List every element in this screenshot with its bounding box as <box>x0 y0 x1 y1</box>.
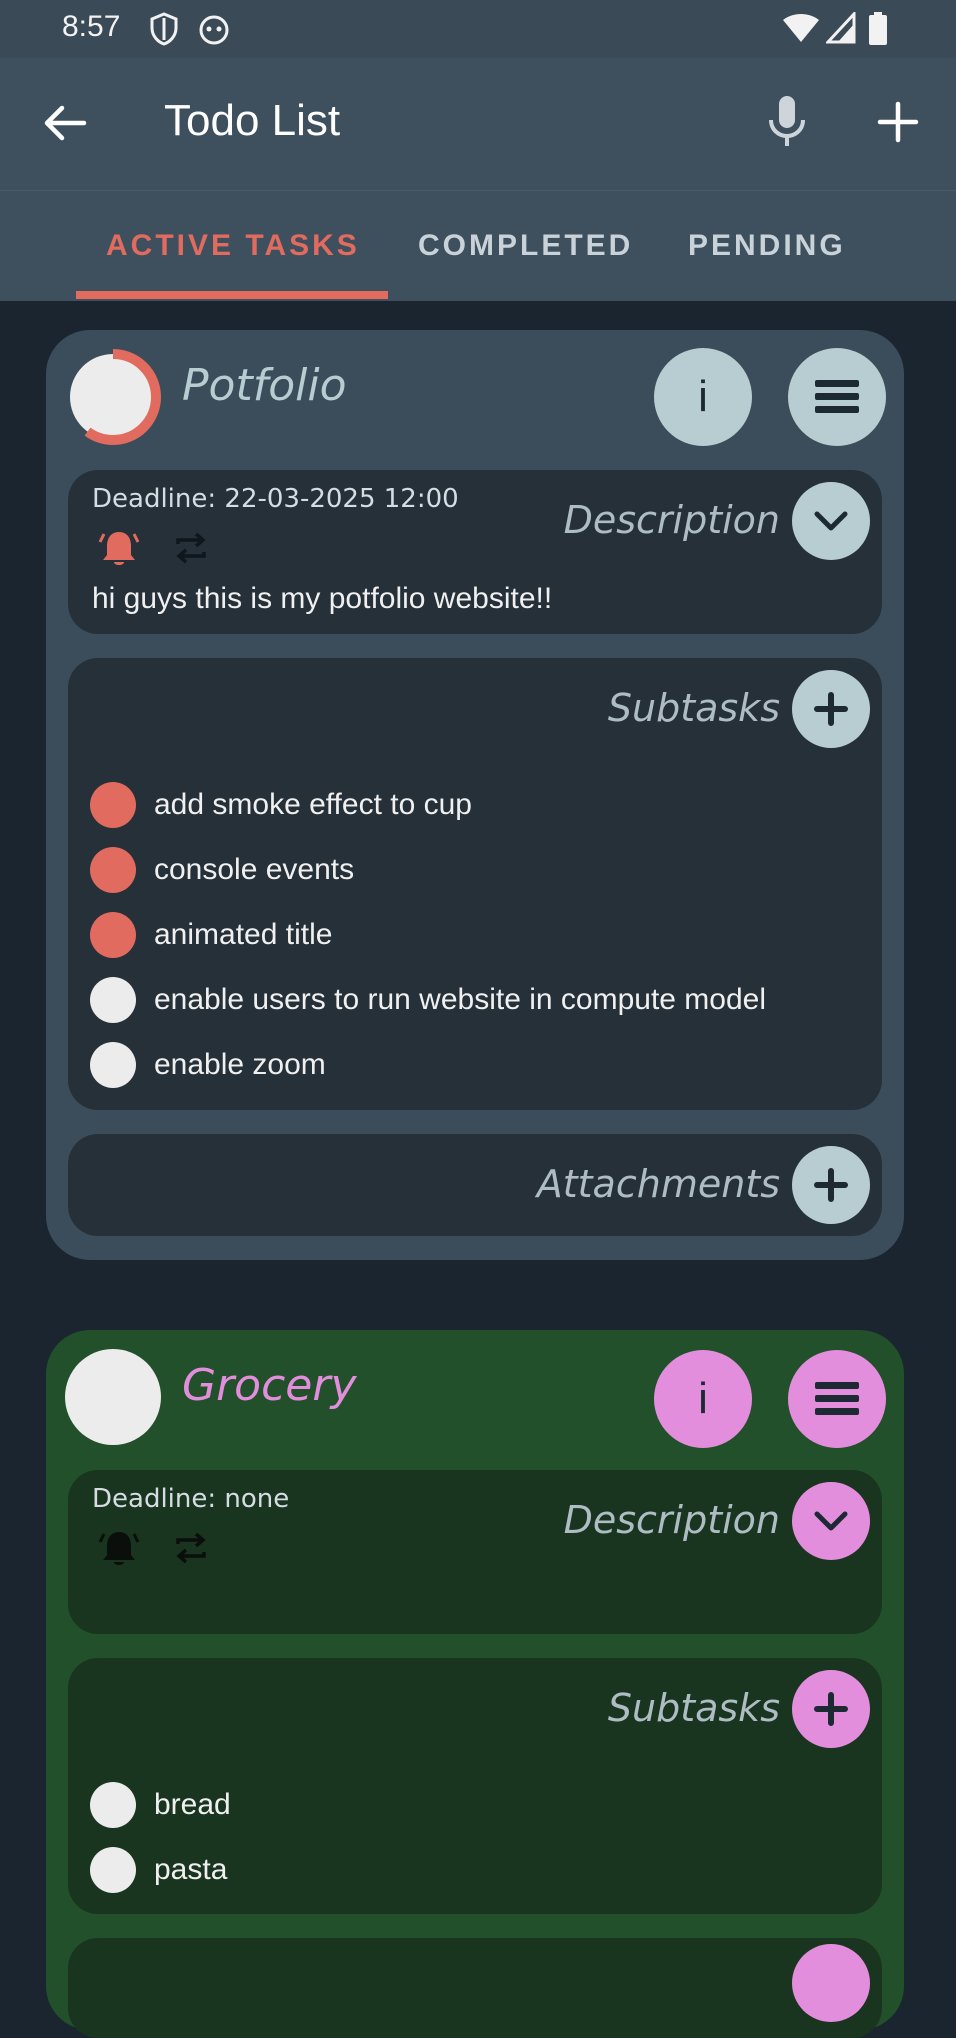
expand-description-button[interactable] <box>792 1482 870 1560</box>
subtask-checkbox[interactable] <box>90 1782 136 1828</box>
description-panel: Deadline: none Description <box>68 1470 882 1634</box>
task-title: Grocery <box>182 1360 357 1411</box>
task-info-button[interactable]: i <box>654 348 752 446</box>
subtask-label: bread <box>154 1788 231 1821</box>
task-title: Potfolio <box>182 360 347 411</box>
subtask-label: console events <box>154 853 355 886</box>
add-subtask-button[interactable] <box>792 670 870 748</box>
tab-bar: ACTIVE TASKS COMPLETED PENDING <box>0 190 956 301</box>
app-bar: Todo List <box>0 58 956 190</box>
subtask-label: pasta <box>154 1853 228 1886</box>
alarm-bell-icon[interactable] <box>98 528 140 568</box>
subtasks-label: Subtasks <box>607 1686 780 1730</box>
subtask-label: enable users to run website in compute m… <box>154 983 767 1016</box>
subtask-item[interactable]: bread <box>90 1782 231 1828</box>
subtasks-panel: Subtasks add smoke effect to cup console… <box>68 658 882 1110</box>
subtask-label: animated title <box>154 918 333 951</box>
expand-description-button[interactable] <box>792 482 870 560</box>
alarm-bell-icon[interactable] <box>98 1528 140 1568</box>
info-icon: i <box>698 372 708 421</box>
repeat-icon[interactable] <box>170 528 212 568</box>
info-icon: i <box>698 1374 708 1423</box>
status-bar: 8:57 <box>0 0 956 58</box>
task-card-grocery: Grocery i Deadline: none Description Sub… <box>46 1330 904 2038</box>
tab-completed[interactable]: COMPLETED <box>418 229 633 263</box>
status-time: 8:57 <box>62 10 121 43</box>
task-progress-ring <box>65 349 161 445</box>
subtask-item[interactable]: console events <box>90 847 354 893</box>
description-label: Description <box>563 498 780 542</box>
deadline-text: Deadline: none <box>92 1484 290 1514</box>
subtask-item[interactable]: pasta <box>90 1847 227 1893</box>
app-notification-icon <box>199 15 229 45</box>
plus-icon <box>814 692 848 726</box>
subtask-label: enable zoom <box>154 1048 326 1081</box>
subtask-checkbox[interactable] <box>90 1847 136 1893</box>
tab-pending[interactable]: PENDING <box>688 229 846 263</box>
back-arrow-icon[interactable] <box>40 98 90 148</box>
subtask-label: add smoke effect to cup <box>154 788 472 821</box>
attachments-label: Attachments <box>536 1162 780 1206</box>
subtasks-label: Subtasks <box>607 686 780 730</box>
add-attachment-button[interactable] <box>792 1944 870 2022</box>
add-task-icon[interactable] <box>872 96 924 148</box>
chevron-down-icon <box>814 1511 848 1531</box>
chevron-down-icon <box>814 511 848 531</box>
repeat-icon[interactable] <box>170 1528 212 1568</box>
add-attachment-button[interactable] <box>792 1146 870 1224</box>
subtasks-panel: Subtasks bread pasta <box>68 1658 882 1914</box>
subtask-checkbox[interactable] <box>90 912 136 958</box>
subtask-item[interactable]: enable zoom <box>90 1042 326 1088</box>
description-panel: Deadline: 22-03-2025 12:00 Description h… <box>68 470 882 634</box>
task-card-portfolio: Potfolio i Deadline: 22-03-2025 12:00 De… <box>46 330 904 1260</box>
subtask-item[interactable]: add smoke effect to cup <box>90 782 472 828</box>
page-title: Todo List <box>164 96 341 145</box>
task-menu-button[interactable] <box>788 348 886 446</box>
hamburger-menu-icon <box>815 1382 859 1415</box>
tab-active-tasks[interactable]: ACTIVE TASKS <box>106 229 360 263</box>
wifi-icon <box>783 14 819 42</box>
subtask-checkbox[interactable] <box>90 977 136 1023</box>
task-progress-ring <box>65 1349 161 1445</box>
cellular-signal-icon <box>826 12 856 44</box>
add-subtask-button[interactable] <box>792 1670 870 1748</box>
task-menu-button[interactable] <box>788 1350 886 1448</box>
subtask-item[interactable]: animated title <box>90 912 332 958</box>
hamburger-menu-icon <box>815 380 859 413</box>
description-label: Description <box>563 1498 780 1542</box>
subtask-checkbox[interactable] <box>90 1042 136 1088</box>
subtask-checkbox[interactable] <box>90 782 136 828</box>
microphone-icon[interactable] <box>762 94 812 150</box>
attachments-panel: Attachments <box>68 1134 882 1236</box>
shield-icon <box>150 12 178 46</box>
attachments-panel <box>68 1938 882 2038</box>
subtask-checkbox[interactable] <box>90 847 136 893</box>
deadline-text: Deadline: 22-03-2025 12:00 <box>92 484 459 514</box>
plus-icon <box>814 1692 848 1726</box>
task-info-button[interactable]: i <box>654 1350 752 1448</box>
active-tab-indicator <box>76 291 388 299</box>
description-text: hi guys this is my potfolio website!! <box>92 582 553 615</box>
subtask-item[interactable]: enable users to run website in compute m… <box>90 977 766 1023</box>
plus-icon <box>814 1168 848 1202</box>
battery-icon <box>869 12 887 45</box>
